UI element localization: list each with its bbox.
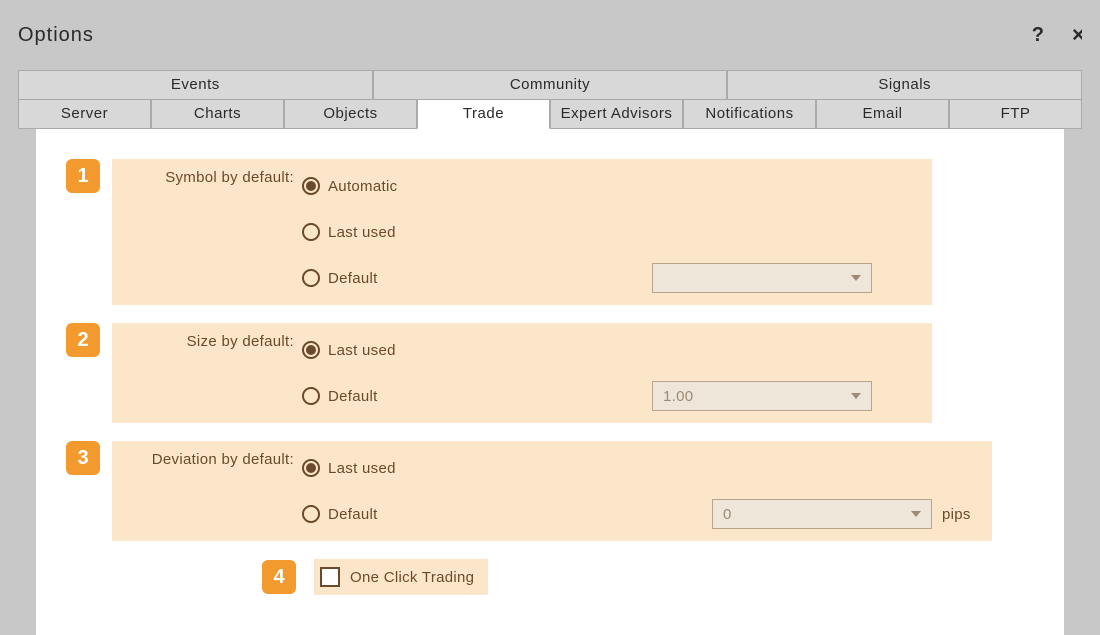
deviation-label: Deviation by default: xyxy=(112,445,302,537)
symbol-opt-automatic: Automatic xyxy=(328,178,397,195)
close-icon[interactable]: × xyxy=(1072,22,1082,48)
size-opt-last: Last used xyxy=(328,342,396,359)
tab-email[interactable]: Email xyxy=(816,99,949,129)
section-oct: 4 One Click Trading xyxy=(66,559,1064,595)
size-opt-default: Default xyxy=(328,388,378,405)
deviation-opt-last: Last used xyxy=(328,460,396,477)
size-block: Size by default: Last used Default 1.00 xyxy=(112,323,932,423)
tab-row-top: Events Community Signals xyxy=(18,70,1082,100)
deviation-radio-default[interactable] xyxy=(302,505,320,523)
symbol-radio-default[interactable] xyxy=(302,269,320,287)
chevron-down-icon xyxy=(851,275,861,281)
tab-server[interactable]: Server xyxy=(18,99,151,129)
deviation-combo[interactable]: 0 xyxy=(712,499,932,529)
titlebar: Options ? × xyxy=(0,0,1100,70)
deviation-opt-default: Default xyxy=(328,506,378,523)
symbol-radio-last[interactable] xyxy=(302,223,320,241)
symbol-block: Symbol by default: Automatic Last used D… xyxy=(112,159,932,305)
section-size: 2 Size by default: Last used Default 1.0… xyxy=(66,323,1064,423)
size-radio-last[interactable] xyxy=(302,341,320,359)
deviation-radio-last[interactable] xyxy=(302,459,320,477)
tab-charts[interactable]: Charts xyxy=(151,99,284,129)
deviation-suffix: pips xyxy=(942,506,971,523)
section-symbol: 1 Symbol by default: Automatic Last used… xyxy=(66,159,1064,305)
size-label: Size by default: xyxy=(112,327,302,419)
help-icon[interactable]: ? xyxy=(1032,24,1044,47)
tab-events[interactable]: Events xyxy=(18,70,373,100)
badge-1: 1 xyxy=(66,159,100,193)
tab-ftp[interactable]: FTP xyxy=(949,99,1082,129)
deviation-combo-value: 0 xyxy=(723,506,732,523)
titlebar-right: ? × xyxy=(1032,22,1082,48)
badge-4: 4 xyxy=(262,560,296,594)
oct-checkbox[interactable] xyxy=(320,567,340,587)
tab-trade[interactable]: Trade xyxy=(417,99,550,129)
symbol-opt-default: Default xyxy=(328,270,378,287)
oct-label: One Click Trading xyxy=(350,569,474,586)
size-combo[interactable]: 1.00 xyxy=(652,381,872,411)
chevron-down-icon xyxy=(911,511,921,517)
chevron-down-icon xyxy=(851,393,861,399)
tab-community[interactable]: Community xyxy=(373,70,728,100)
badge-3: 3 xyxy=(66,441,100,475)
tabs: Events Community Signals Server Charts O… xyxy=(0,70,1100,635)
tab-notifications[interactable]: Notifications xyxy=(683,99,816,129)
size-radio-default[interactable] xyxy=(302,387,320,405)
deviation-block: Deviation by default: Last used Default … xyxy=(112,441,992,541)
symbol-label: Symbol by default: xyxy=(112,163,302,301)
page-title: Options xyxy=(18,24,94,47)
tab-objects[interactable]: Objects xyxy=(284,99,417,129)
size-combo-value: 1.00 xyxy=(663,388,693,405)
section-deviation: 3 Deviation by default: Last used Defaul… xyxy=(66,441,1064,541)
symbol-radio-automatic[interactable] xyxy=(302,177,320,195)
symbol-combo[interactable] xyxy=(652,263,872,293)
badge-2: 2 xyxy=(66,323,100,357)
tab-expert-advisors[interactable]: Expert Advisors xyxy=(550,99,683,129)
oct-block: One Click Trading xyxy=(314,559,488,595)
tab-row-bottom: Server Charts Objects Trade Expert Advis… xyxy=(18,99,1082,129)
tab-content: 1 Symbol by default: Automatic Last used… xyxy=(36,129,1064,635)
tab-signals[interactable]: Signals xyxy=(727,70,1082,100)
symbol-opt-last: Last used xyxy=(328,224,396,241)
